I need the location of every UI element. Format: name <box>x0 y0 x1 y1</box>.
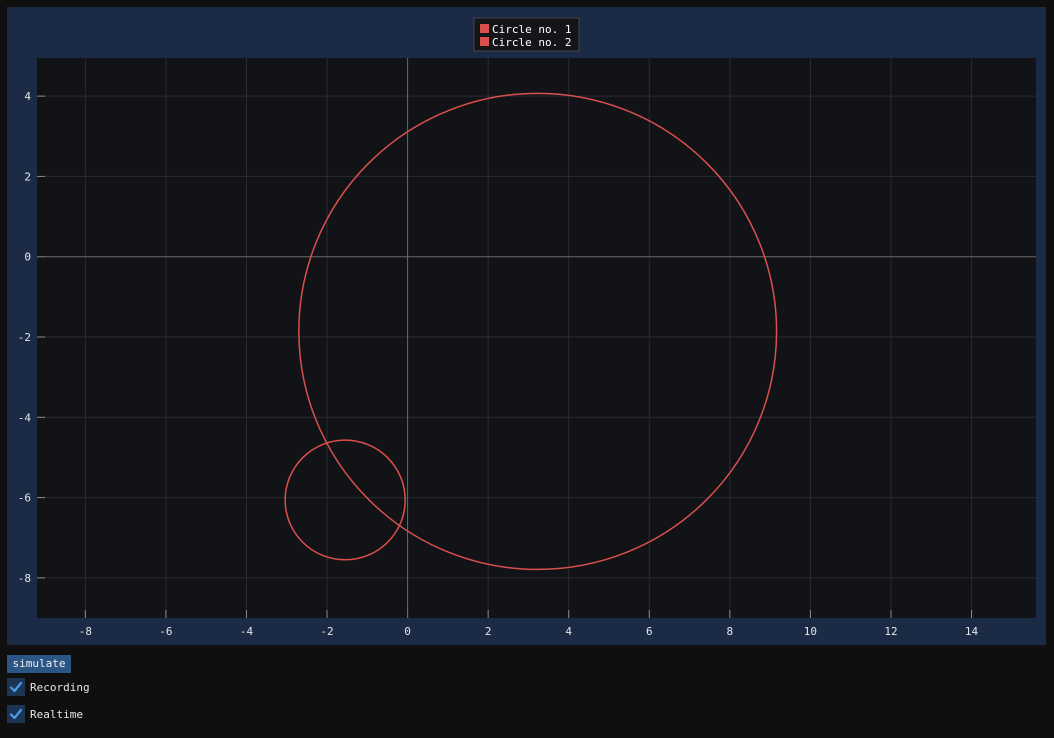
realtime-label: Realtime <box>30 707 83 721</box>
y-tick-label: -4 <box>18 411 32 424</box>
realtime-checkbox[interactable] <box>7 705 25 723</box>
y-tick-label: -2 <box>18 331 31 344</box>
recording-checkbox-row[interactable]: Recording <box>7 678 90 696</box>
x-tick-label: 12 <box>884 625 897 638</box>
x-tick-label: -8 <box>79 625 92 638</box>
checkmark-icon <box>9 681 23 693</box>
simulate-button[interactable]: simulate <box>7 655 71 673</box>
y-tick-label: 2 <box>24 170 31 183</box>
x-tick-label: -4 <box>240 625 254 638</box>
plot-panel: -8 -6 -4 -2 0 2 4 6 8 10 12 14 4 2 0 -2 -4 -6 -8 Circle n… <box>7 7 1046 645</box>
x-tick-label: 8 <box>727 625 734 638</box>
legend[interactable]: Circle no. 1Circle no. 2 <box>473 17 580 52</box>
x-tick-label: 6 <box>646 625 653 638</box>
x-tick-label: 14 <box>965 625 979 638</box>
recording-label: Recording <box>30 680 90 694</box>
x-tick-label: 4 <box>565 625 572 638</box>
y-tick-label: 4 <box>24 90 31 103</box>
checkmark-icon <box>9 708 23 720</box>
chart[interactable]: -8 -6 -4 -2 0 2 4 6 8 10 12 14 4 2 0 -2 -4 -6 -8 Circle n… <box>7 7 1046 645</box>
x-tick-label: 10 <box>804 625 817 638</box>
recording-checkbox[interactable] <box>7 678 25 696</box>
legend-label-circle-no-2[interactable]: Circle no. 2 <box>492 36 571 49</box>
legend-swatch-circle-no-1[interactable] <box>480 24 489 33</box>
y-tick-label: -6 <box>18 492 31 505</box>
x-tick-label: -2 <box>320 625 333 638</box>
legend-swatch-circle-no-2[interactable] <box>480 37 489 46</box>
legend-label-circle-no-1[interactable]: Circle no. 1 <box>492 23 571 36</box>
x-tick-labels: -8 -6 -4 -2 0 2 4 6 8 10 12 14 <box>79 625 979 638</box>
x-tick-label: 0 <box>404 625 411 638</box>
realtime-checkbox-row[interactable]: Realtime <box>7 705 83 723</box>
x-tick-label: -6 <box>159 625 172 638</box>
y-tick-label: -8 <box>18 572 31 585</box>
plot-area[interactable] <box>37 58 1036 618</box>
x-tick-label: 2 <box>485 625 492 638</box>
y-tick-labels: 4 2 0 -2 -4 -6 -8 <box>18 90 32 585</box>
y-tick-label: 0 <box>24 251 31 264</box>
